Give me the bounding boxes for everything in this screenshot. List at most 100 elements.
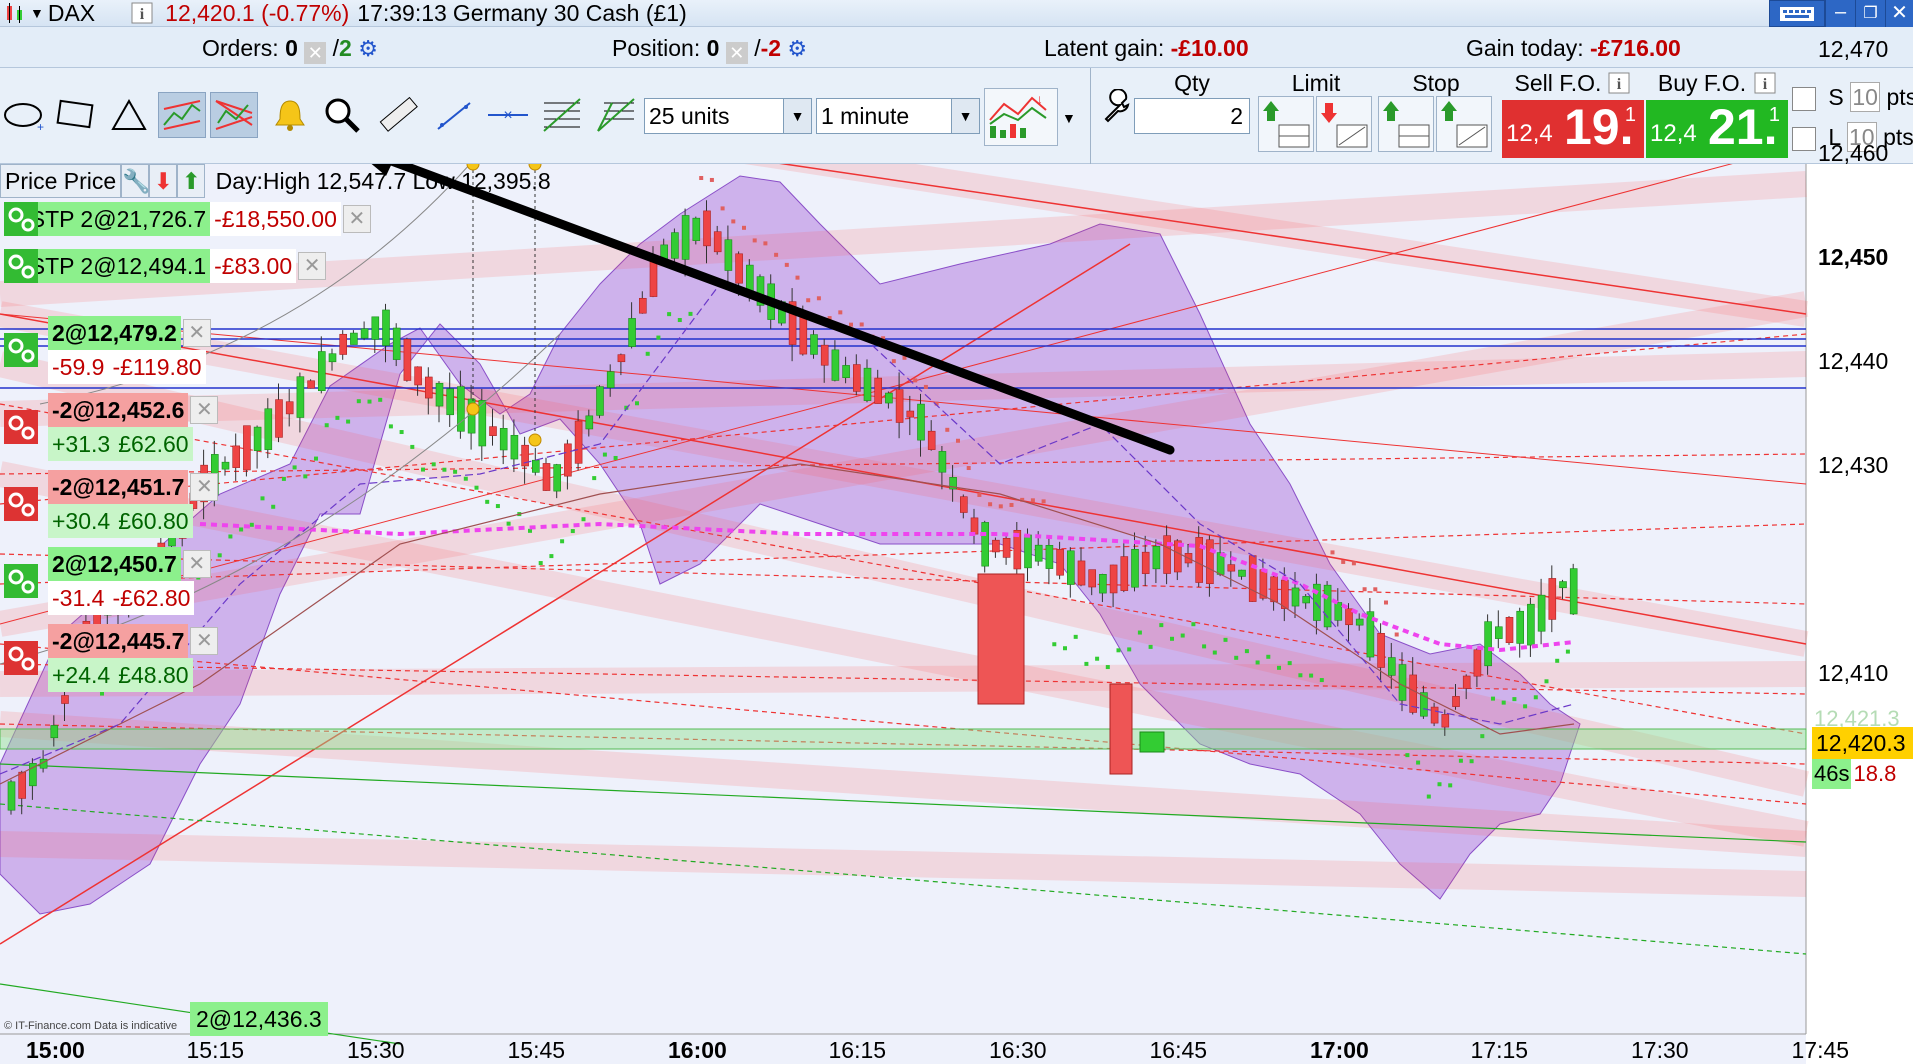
interval-select[interactable]: 1 minute ▼: [816, 98, 980, 134]
fibonacci-icon[interactable]: [538, 92, 586, 138]
gear-icon[interactable]: [4, 487, 38, 521]
magnifier-icon[interactable]: [318, 92, 366, 138]
sar-dot: [1469, 759, 1474, 764]
limit-checkbox[interactable]: [1792, 126, 1816, 151]
sar-dot: [1384, 600, 1388, 605]
buy-button[interactable]: 12,4 21. 1: [1646, 99, 1788, 158]
candle-body: [1484, 621, 1492, 667]
candle-body: [1516, 610, 1524, 644]
price-chart[interactable]: Price Price 🔧 ⬇ ⬆ Day:High 12,547.7 Low 12,…: [0, 36, 1913, 1064]
position-label[interactable]: 2@12,450.7: [48, 547, 181, 581]
close-icon[interactable]: ✕: [190, 396, 219, 424]
chart-type-icon[interactable]: [4, 2, 26, 24]
cancel-orders-icon[interactable]: ✕: [304, 42, 327, 64]
download-icon[interactable]: ⬇: [149, 164, 178, 198]
wrench-icon[interactable]: [1095, 84, 1137, 130]
buy-info-icon[interactable]: i: [1754, 72, 1776, 94]
upload-icon[interactable]: ⬆: [177, 164, 206, 198]
close-icon[interactable]: ✕: [182, 550, 211, 578]
ruler-icon[interactable]: [374, 92, 422, 138]
trendline-tool-icon[interactable]: [430, 92, 478, 138]
horizontal-line-icon[interactable]: ×: [484, 92, 532, 138]
stop-distance-input[interactable]: 10: [1850, 82, 1881, 112]
event-marker[interactable]: [528, 433, 542, 447]
pending-order-row[interactable]: B:STP 2@21,726.7 -£18,550.00 ✕: [4, 202, 373, 236]
orders-gears-icon[interactable]: ⚙: [358, 36, 378, 61]
position-label[interactable]: 2@12,479.2: [48, 316, 181, 350]
position-label[interactable]: -2@12,451.7: [48, 470, 189, 504]
candle-body: [253, 426, 262, 452]
channel-tool-icon[interactable]: [158, 92, 206, 138]
minimize-icon[interactable]: –: [1825, 0, 1855, 27]
sar-dot: [1319, 678, 1324, 683]
close-icon[interactable]: ✕: [182, 319, 211, 347]
rectangle-tool-icon[interactable]: [52, 92, 100, 138]
close-icon[interactable]: ✕: [190, 473, 219, 501]
candle-body: [414, 366, 422, 386]
chevron-down-icon[interactable]: ▼: [783, 99, 811, 133]
pending-order-row[interactable]: B:STP 2@12,494.1 -£83.00 ✕: [4, 249, 328, 283]
candle-body: [243, 425, 251, 471]
close-icon[interactable]: ✕: [342, 205, 371, 233]
stop-sell-button[interactable]: [1436, 96, 1492, 152]
candle-body: [874, 377, 883, 404]
day-range: Day:High 12,547.7 Low 12,395.8: [215, 168, 551, 194]
order-pnl: -£18,550.00: [210, 202, 341, 236]
sar-dot: [100, 691, 104, 696]
candle-body: [585, 415, 594, 430]
price-tick: 12,430: [1818, 452, 1889, 478]
candle-body: [221, 461, 230, 470]
candle-body: [1398, 664, 1407, 701]
settings-wrench-icon[interactable]: 🔧: [121, 164, 151, 198]
limit-buy-button[interactable]: [1258, 96, 1314, 152]
dropdown-arrow-icon[interactable]: ▼: [30, 5, 44, 21]
limit-sell-button[interactable]: [1316, 96, 1372, 152]
position-label[interactable]: -2@12,445.7: [48, 624, 189, 658]
position-label[interactable]: -2@12,452.6: [48, 393, 189, 427]
watermark: © IT-Finance.com Data is indicative: [4, 1020, 178, 1032]
close-icon[interactable]: ✕: [190, 627, 219, 655]
sar-dot: [1063, 646, 1067, 651]
qty-input[interactable]: 2: [1134, 98, 1250, 134]
close-position-icon[interactable]: ✕: [725, 42, 748, 64]
stop-checkbox[interactable]: [1792, 86, 1816, 111]
stop-buy-button[interactable]: [1378, 96, 1434, 152]
sar-dot: [1426, 794, 1431, 799]
ellipse-tool-icon[interactable]: +: [0, 92, 48, 138]
instrument-name[interactable]: DAX: [48, 0, 95, 27]
gear-icon[interactable]: [4, 410, 38, 444]
price-tick: 12,450: [1818, 244, 1889, 270]
price-label[interactable]: Price Price: [0, 164, 122, 198]
alert-bell-icon[interactable]: [266, 92, 314, 138]
chevron-down-icon[interactable]: ▼: [1062, 110, 1076, 126]
chart-canvas[interactable]: [0, 164, 1913, 1064]
position-pnl: -£62.80: [108, 581, 195, 615]
sar-dot: [271, 504, 276, 509]
restore-icon[interactable]: ❐: [1855, 0, 1885, 27]
info-icon[interactable]: i: [131, 2, 153, 24]
position-gears-icon[interactable]: ⚙: [787, 36, 807, 61]
fan-tool-icon[interactable]: [210, 92, 258, 138]
candle-body: [457, 386, 465, 432]
chart-toolbar: + × 25 units ▼ 1 minute ▼ ↓ ▼ Qty 2 Limi…: [0, 68, 1913, 164]
gear-icon[interactable]: [4, 641, 38, 675]
gear-icon[interactable]: [4, 202, 38, 236]
fibonacci-fan-icon[interactable]: [592, 92, 640, 138]
chevron-down-icon[interactable]: ▼: [951, 99, 979, 133]
close-icon[interactable]: ✕: [1885, 0, 1913, 27]
close-icon[interactable]: ✕: [298, 252, 327, 280]
gear-icon[interactable]: [4, 564, 38, 598]
sell-button[interactable]: 12,4 19. 1: [1502, 99, 1644, 158]
gear-icon[interactable]: [4, 249, 38, 283]
indicators-icon[interactable]: ↓: [984, 88, 1058, 146]
event-marker[interactable]: [466, 402, 480, 416]
sar-dot: [795, 275, 800, 280]
candle-body: [1473, 649, 1482, 677]
gear-icon[interactable]: [4, 333, 38, 367]
sell-info-icon[interactable]: i: [1608, 72, 1630, 94]
keyboard-icon[interactable]: [1769, 0, 1825, 27]
candle-body: [1377, 633, 1385, 668]
triangle-tool-icon[interactable]: [106, 92, 154, 138]
bottom-position-label[interactable]: 2@12,436.3: [190, 1002, 328, 1036]
units-select[interactable]: 25 units ▼: [644, 98, 812, 134]
